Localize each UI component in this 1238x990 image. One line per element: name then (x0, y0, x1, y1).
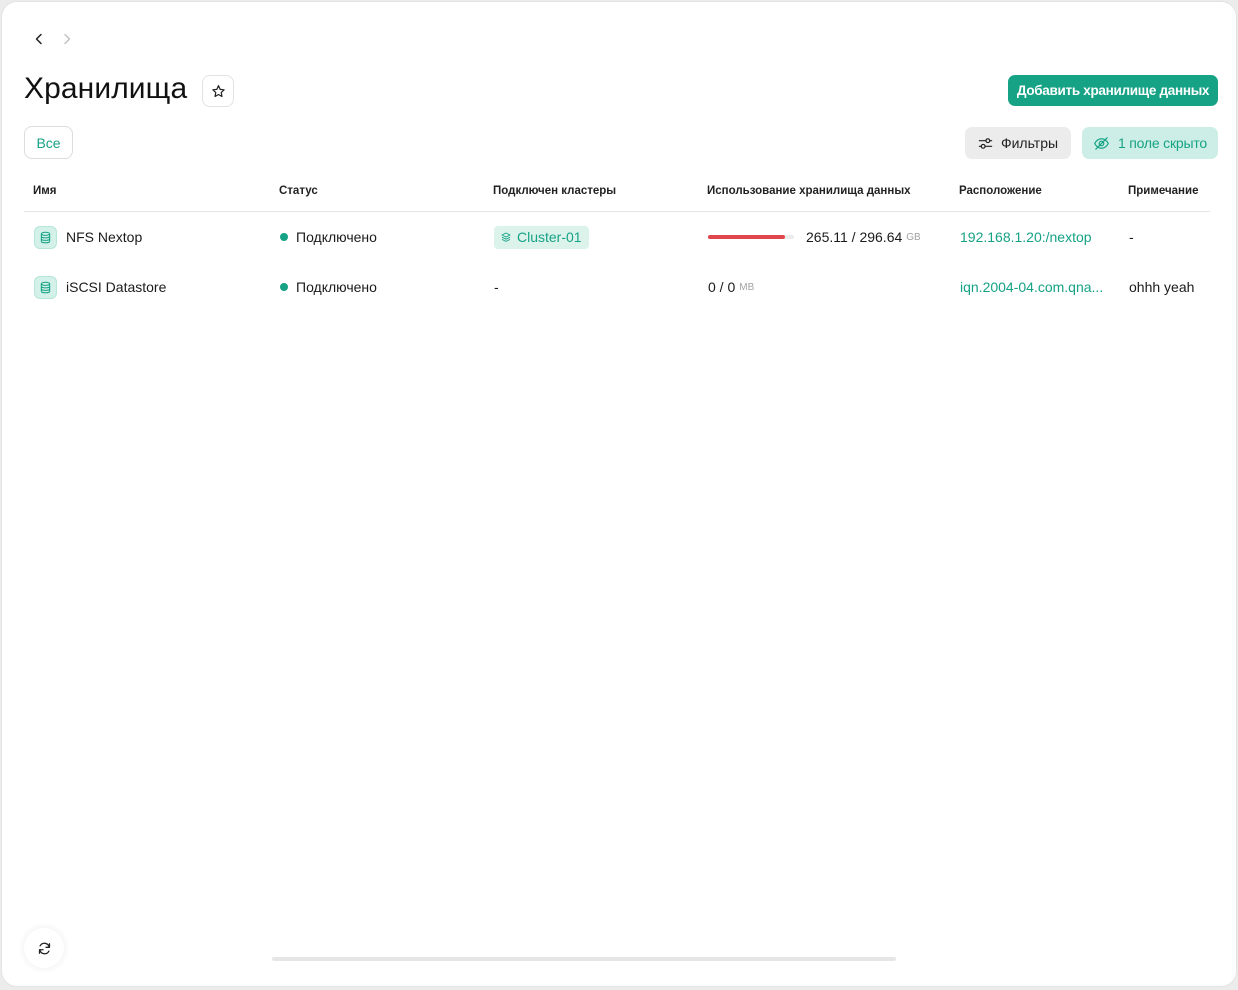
table-row[interactable]: NFS Nextop Подключено Cluster-01 265.11 … (24, 212, 1210, 262)
filter-chip-all[interactable]: Все (24, 126, 73, 159)
location-cell: 192.168.1.20:/nextop (960, 212, 1092, 262)
column-header-location[interactable]: Расположение (959, 185, 1042, 197)
database-icon (34, 225, 57, 249)
datastore-name-link[interactable]: iSCSI Datastore (66, 279, 166, 295)
page-title: Хранилища (24, 72, 188, 105)
cluster-tag-label: Cluster-01 (517, 229, 582, 245)
eye-off-icon (1093, 136, 1110, 150)
sliders-icon (978, 137, 993, 149)
usage-cell: 0 / 0 MB (708, 262, 754, 312)
datastores-table: Имя Статус Подключен кластеры Использова… (24, 172, 1210, 312)
hidden-fields-label: 1 поле скрыто (1118, 135, 1207, 151)
filters-button[interactable]: Фильтры (965, 127, 1071, 159)
note-text: ohhh yeah (1129, 279, 1195, 295)
status-cell: Подключено (280, 212, 377, 262)
column-header-note[interactable]: Примечание (1128, 185, 1198, 197)
usage-cell: 265.11 / 296.64 GB (708, 212, 921, 262)
usage-value: 0 / 0 (708, 279, 736, 295)
location-cell: iqn.2004-04.com.qna... (960, 262, 1103, 312)
table-header: Имя Статус Подключен кластеры Использова… (24, 172, 1210, 212)
back-button[interactable] (30, 29, 48, 49)
name-cell: iSCSI Datastore (34, 262, 166, 312)
chevron-right-icon (64, 33, 71, 45)
note-cell: ohhh yeah (1129, 262, 1194, 312)
usage-bar (708, 235, 794, 239)
usage-unit: MB (739, 281, 755, 293)
layers-icon (501, 232, 511, 242)
history-navigation (30, 29, 76, 49)
refresh-icon (38, 942, 50, 954)
usage-bar-fill (708, 235, 785, 239)
chevron-left-icon (35, 33, 42, 45)
clusters-cell: - (494, 262, 499, 312)
horizontal-scrollbar[interactable] (272, 957, 896, 961)
add-datastore-button[interactable]: Добавить хранилище данных (1008, 75, 1218, 106)
database-icon (34, 275, 57, 299)
status-cell: Подключено (280, 262, 377, 312)
column-header-usage[interactable]: Использование хранилища данных (707, 185, 911, 197)
cluster-tag[interactable]: Cluster-01 (494, 225, 589, 249)
filters-label: Фильтры (1000, 135, 1059, 151)
clusters-empty: - (494, 279, 499, 295)
name-cell: NFS Nextop (34, 212, 142, 262)
clusters-cell: Cluster-01 (494, 212, 589, 262)
datastore-name-link[interactable]: NFS Nextop (66, 229, 142, 245)
star-icon (211, 84, 225, 97)
status-connected-icon (280, 233, 288, 241)
hidden-fields-button[interactable]: 1 поле скрыто (1082, 127, 1218, 159)
table-row[interactable]: iSCSI Datastore Подключено - 0 / 0 MB iq… (24, 262, 1210, 312)
note-cell: - (1129, 212, 1134, 262)
usage-value: 265.11 / 296.64 (806, 229, 903, 245)
favorite-button[interactable] (202, 75, 234, 107)
location-link[interactable]: 192.168.1.20:/nextop (960, 229, 1092, 245)
forward-button[interactable] (58, 29, 76, 49)
refresh-button[interactable] (24, 928, 64, 968)
location-link[interactable]: iqn.2004-04.com.qna... (960, 279, 1103, 295)
main-panel: Хранилища Добавить хранилище данных Все … (1, 1, 1237, 987)
column-header-status[interactable]: Статус (279, 185, 318, 197)
status-connected-icon (280, 283, 288, 291)
status-text: Подключено (296, 229, 377, 245)
status-text: Подключено (296, 279, 377, 295)
column-header-name[interactable]: Имя (33, 185, 56, 197)
usage-unit: GB (906, 231, 921, 243)
column-header-clusters[interactable]: Подключен кластеры (493, 185, 616, 197)
note-text: - (1129, 229, 1134, 245)
